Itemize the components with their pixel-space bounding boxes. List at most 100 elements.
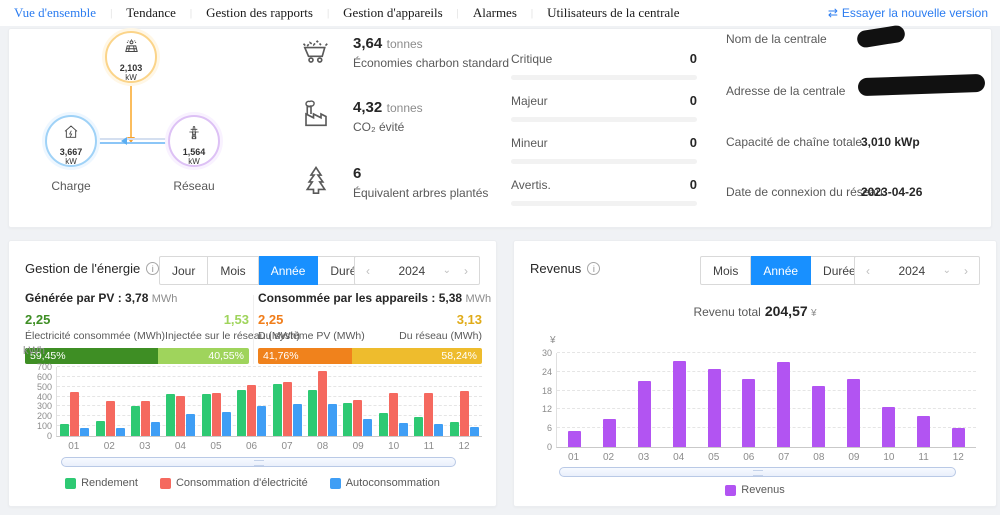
bar[interactable]	[399, 423, 408, 436]
bar[interactable]	[917, 416, 930, 447]
bar[interactable]	[638, 381, 651, 447]
alarm-row-critical[interactable]: Critique0	[511, 51, 697, 80]
next-year-icon[interactable]: ›	[453, 264, 479, 278]
bar-group-05[interactable]	[202, 393, 231, 436]
bar[interactable]	[166, 394, 175, 436]
bar[interactable]	[96, 421, 105, 436]
bar-group-11[interactable]	[917, 416, 930, 447]
bar[interactable]	[568, 431, 581, 447]
bar-group-08[interactable]	[308, 371, 337, 436]
chevron-down-icon[interactable]: ⌄	[443, 265, 451, 276]
legend-item[interactable]: Rendement	[65, 477, 138, 489]
bar[interactable]	[116, 428, 125, 436]
bar[interactable]	[847, 379, 860, 447]
bar-group-01[interactable]	[568, 431, 581, 447]
bar[interactable]	[742, 379, 755, 447]
bar-group-01[interactable]	[60, 392, 89, 436]
nav-item-reports[interactable]: Gestion des rapports	[192, 5, 327, 21]
info-icon[interactable]: i	[587, 262, 600, 275]
legend-item[interactable]: Consommation d'électricité	[160, 477, 308, 489]
tab-year[interactable]: Année	[751, 256, 811, 285]
bar-group-10[interactable]	[379, 393, 408, 436]
bar[interactable]	[308, 390, 317, 436]
bar[interactable]	[414, 417, 423, 436]
bar-group-10[interactable]	[882, 407, 895, 447]
bar-group-04[interactable]	[166, 394, 195, 436]
bar[interactable]	[273, 384, 282, 436]
nav-item-plant-users[interactable]: Utilisateurs de la centrale	[533, 5, 693, 21]
bar[interactable]	[343, 403, 352, 436]
bar[interactable]	[237, 390, 246, 436]
energy-chart-scrollbar[interactable]	[61, 457, 456, 467]
bar-group-03[interactable]	[131, 401, 160, 436]
prev-year-icon[interactable]: ‹	[855, 264, 881, 278]
bar-group-12[interactable]	[952, 428, 965, 447]
tab-month[interactable]: Mois	[700, 256, 751, 285]
bar[interactable]	[673, 361, 686, 447]
bar[interactable]	[318, 371, 327, 436]
alarm-row-major[interactable]: Majeur0	[511, 93, 697, 122]
bar[interactable]	[141, 401, 150, 436]
year-value[interactable]: 2024	[381, 264, 443, 278]
revenue-chart-scrollbar[interactable]	[559, 467, 956, 477]
bar[interactable]	[450, 422, 459, 436]
bar[interactable]	[882, 407, 895, 447]
alarm-row-warning[interactable]: Avertis.0	[511, 177, 697, 206]
tab-month[interactable]: Mois	[208, 256, 258, 285]
bar[interactable]	[470, 427, 479, 436]
load-node[interactable]: 3,667 kW	[45, 115, 97, 167]
bar[interactable]	[952, 428, 965, 447]
alarm-row-minor[interactable]: Mineur0	[511, 135, 697, 164]
bar[interactable]	[257, 406, 266, 436]
bar[interactable]	[812, 386, 825, 447]
bar-group-08[interactable]	[812, 386, 825, 447]
bar[interactable]	[212, 393, 221, 436]
bar-group-12[interactable]	[450, 391, 479, 436]
bar[interactable]	[186, 414, 195, 436]
nav-item-trend[interactable]: Tendance	[112, 5, 190, 21]
bar[interactable]	[283, 382, 292, 436]
bar-group-02[interactable]	[603, 419, 616, 447]
bar[interactable]	[80, 428, 89, 436]
grid-node[interactable]: 1,564 kW	[168, 115, 220, 167]
bar[interactable]	[106, 401, 115, 436]
bar[interactable]	[424, 393, 433, 436]
bar[interactable]	[603, 419, 616, 447]
bar[interactable]	[151, 422, 160, 436]
next-year-icon[interactable]: ›	[953, 264, 979, 278]
bar[interactable]	[328, 404, 337, 436]
bar[interactable]	[389, 393, 398, 436]
bar[interactable]	[202, 394, 211, 436]
tab-year[interactable]: Année	[259, 256, 319, 285]
bar-group-06[interactable]	[742, 379, 755, 447]
bar-group-06[interactable]	[237, 385, 266, 436]
bar[interactable]	[353, 400, 362, 436]
bar[interactable]	[777, 362, 790, 447]
bar[interactable]	[247, 385, 256, 436]
info-icon[interactable]: i	[146, 262, 159, 275]
bar-group-04[interactable]	[673, 361, 686, 447]
bar[interactable]	[379, 413, 388, 436]
bar-group-05[interactable]	[708, 369, 721, 447]
bar-group-11[interactable]	[414, 393, 443, 436]
nav-item-alarms[interactable]: Alarmes	[459, 5, 531, 21]
bar-group-07[interactable]	[273, 382, 302, 436]
bar-group-07[interactable]	[777, 362, 790, 447]
bar-group-09[interactable]	[343, 400, 372, 436]
legend-item[interactable]: Autoconsommation	[330, 477, 440, 489]
prev-year-icon[interactable]: ‹	[355, 264, 381, 278]
bar-group-09[interactable]	[847, 379, 860, 447]
nav-item-overview[interactable]: Vue d'ensemble	[12, 5, 110, 21]
bar[interactable]	[70, 392, 79, 436]
bar[interactable]	[222, 412, 231, 436]
tab-day[interactable]: Jour	[159, 256, 208, 285]
pv-node[interactable]: 2,103 kW	[105, 31, 157, 83]
bar[interactable]	[293, 404, 302, 436]
bar[interactable]	[176, 396, 185, 436]
try-new-version-link[interactable]: ⇄ Essayer la nouvelle version	[828, 6, 988, 20]
bar[interactable]	[434, 424, 443, 436]
bar[interactable]	[460, 391, 469, 436]
bar[interactable]	[708, 369, 721, 447]
year-value[interactable]: 2024	[881, 264, 943, 278]
nav-item-devices[interactable]: Gestion d'appareils	[329, 5, 456, 21]
